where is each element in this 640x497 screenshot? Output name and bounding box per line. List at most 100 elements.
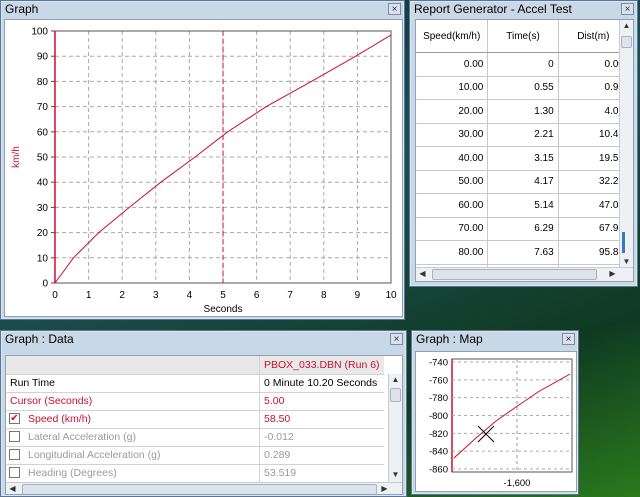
map-chart[interactable]: -740 -760 -780 -800 -820 -840 -860 -1,600 [416,352,577,492]
report-row[interactable]: 80.00 7.63 95.83 [416,240,630,265]
hscroll-thumb[interactable] [432,269,597,280]
map-plot-area[interactable]: -740 -760 -780 -800 -820 -840 -860 -1,600 [415,351,577,492]
y-tick-label: 50 [37,153,49,164]
data-scroll-down-arrow[interactable]: ▼ [389,469,402,482]
data-row[interactable]: Longitudinal Acceleration (g) 0.289 [6,446,384,465]
data-row-value: 58.50 [264,413,291,425]
dist-cell: 95.83 [558,240,630,265]
x-tick-label: 2 [119,290,125,301]
y-tick-label: 90 [37,52,49,63]
x-tick-label: 1 [86,290,92,301]
report-window-titlebar[interactable]: Report Generator - Accel Test × [410,1,637,19]
data-close-button[interactable]: × [390,333,403,345]
data-horizontal-scrollbar[interactable]: ◀ ▶ [6,482,402,494]
map-y-tick-label: -760 [429,375,448,386]
channel-checkbox[interactable] [9,431,20,442]
y-tick-label: 60 [37,127,49,138]
data-row[interactable]: Lateral Acceleration (g) -0.012 [6,428,384,447]
map-close-button[interactable]: × [562,333,575,345]
report-row[interactable]: 70.00 6.29 67.92 [416,217,630,241]
report-row[interactable]: 30.00 2.21 10.42 [416,123,630,147]
scroll-position-indicator [622,232,625,253]
dist-cell: 4.07 [558,99,630,124]
speed-cell: 50.00 [416,170,489,194]
x-tick-label: 8 [321,290,327,301]
data-row[interactable]: Heading (Degrees) 53.519 [6,464,384,483]
map-window-title: Graph : Map [416,332,483,346]
data-row-label: Longitudinal Acceleration (g) [28,449,161,461]
y-tick-label: 70 [37,102,49,113]
map-y-tick-label: -820 [429,429,448,440]
scroll-thumb[interactable] [621,36,632,48]
column-header-time[interactable]: Time(s) [487,20,559,53]
graph-window-titlebar[interactable]: Graph × [1,1,404,19]
report-row[interactable]: 40.00 3.15 19.58 [416,146,630,171]
report-vertical-scrollbar[interactable]: ▲ ▼ [619,20,633,269]
map-y-tick-label: -780 [429,393,448,404]
channel-checkbox[interactable] [9,467,20,478]
data-row-label: Heading (Degrees) [28,467,117,479]
x-tick-label: 9 [355,290,361,301]
data-scroll-up-arrow[interactable]: ▲ [389,374,402,387]
dist-cell: 19.58 [558,146,630,171]
dist-cell: 32.27 [558,170,630,194]
speed-cell: 70.00 [416,217,489,241]
y-tick-label: 100 [31,27,48,38]
report-row[interactable]: 20.00 1.30 4.07 [416,99,630,124]
data-row[interactable]: Cursor (Seconds) 5.00 [6,392,384,411]
speed-cell: 80.00 [416,240,489,265]
column-header-speed[interactable]: Speed(km/h) [416,20,489,53]
data-scroll-right-arrow[interactable]: ▶ [378,483,391,494]
graph-window-title: Graph [5,2,39,16]
data-hscroll-thumb[interactable] [22,484,377,494]
data-vertical-scrollbar[interactable]: ▲ ▼ [388,374,402,482]
scroll-right-arrow[interactable]: ▶ [606,268,619,281]
data-row-label-cell: Cursor (Seconds) [6,392,260,410]
data-row[interactable]: Run Time 0 Minute 10.20 Seconds [6,374,384,393]
graph-close-button[interactable]: × [388,3,401,15]
data-window-title: Graph : Data [5,332,74,346]
scroll-up-arrow[interactable]: ▲ [620,20,633,33]
speed-cell: 40.00 [416,146,489,171]
graph-plot-area[interactable]: 0 10 20 30 40 50 60 70 80 90 100 0 1 2 3 4 5 6 7 8 9 10 km/h… [4,19,403,317]
graph-window: Graph × 0 10 20 30 40 50 60 70 80 90 100 0 1 2 3 4 5 6 7 8… [0,0,405,320]
data-row-label-cell: Heading (Degrees) [6,464,260,482]
time-cell: 0 [487,52,559,77]
column-header-dist[interactable]: Dist(m) [558,20,630,53]
data-scroll-thumb[interactable] [390,388,401,402]
report-horizontal-scrollbar[interactable]: ◀ ▶ [416,267,633,281]
data-row[interactable]: ✔ Speed (km/h) 58.50 [6,410,384,429]
speed-time-chart[interactable]: 0 10 20 30 40 50 60 70 80 90 100 0 1 2 3 4 5 6 7 8 9 10 km/h… [5,20,403,317]
speed-cell: 30.00 [416,123,489,147]
time-cell: 0.55 [487,76,559,100]
report-row[interactable]: 10.00 0.55 0.93 [416,76,630,100]
channel-checkbox[interactable] [9,449,20,460]
speed-cell: 0.00 [416,52,489,77]
report-row[interactable]: 50.00 4.17 32.27 [416,170,630,194]
x-tick-label: 4 [187,290,193,301]
time-cell: 4.17 [487,170,559,194]
report-row[interactable]: 0.00 0 0.00 [416,52,630,77]
time-cell: 5.14 [487,193,559,218]
y-tick-label: 0 [42,279,48,290]
channel-checkbox[interactable]: ✔ [9,413,20,424]
data-window-titlebar[interactable]: Graph : Data × [1,331,406,349]
map-y-tick-label: -840 [429,447,448,458]
y-axis-label: km/h [11,146,22,168]
scroll-left-arrow[interactable]: ◀ [416,268,429,281]
data-row-label-cell: Run Time [6,374,260,392]
map-window-titlebar[interactable]: Graph : Map × [412,331,578,349]
report-table-area: Speed(km/h) Time(s) Dist(m) 0.00 0 0.00 10.… [415,19,634,282]
x-tick-label: 3 [153,290,159,301]
report-close-button[interactable]: × [621,3,634,15]
x-tick-label: 10 [385,290,397,301]
report-window-title: Report Generator - Accel Test [414,2,572,16]
data-row-value: 5.00 [264,395,285,407]
data-scroll-left-arrow[interactable]: ◀ [6,483,19,494]
speed-cell: 10.00 [416,76,489,100]
speed-cell: 20.00 [416,99,489,124]
report-row[interactable]: 60.00 5.14 47.08 [416,193,630,218]
data-row-label-cell: ✔ Speed (km/h) [6,410,260,428]
data-header-row: PBOX_033.DBN (Run 6) [6,356,384,375]
map-window: Graph : Map × -740 -760 -780 -800 -820 -840 -8… [411,330,579,495]
